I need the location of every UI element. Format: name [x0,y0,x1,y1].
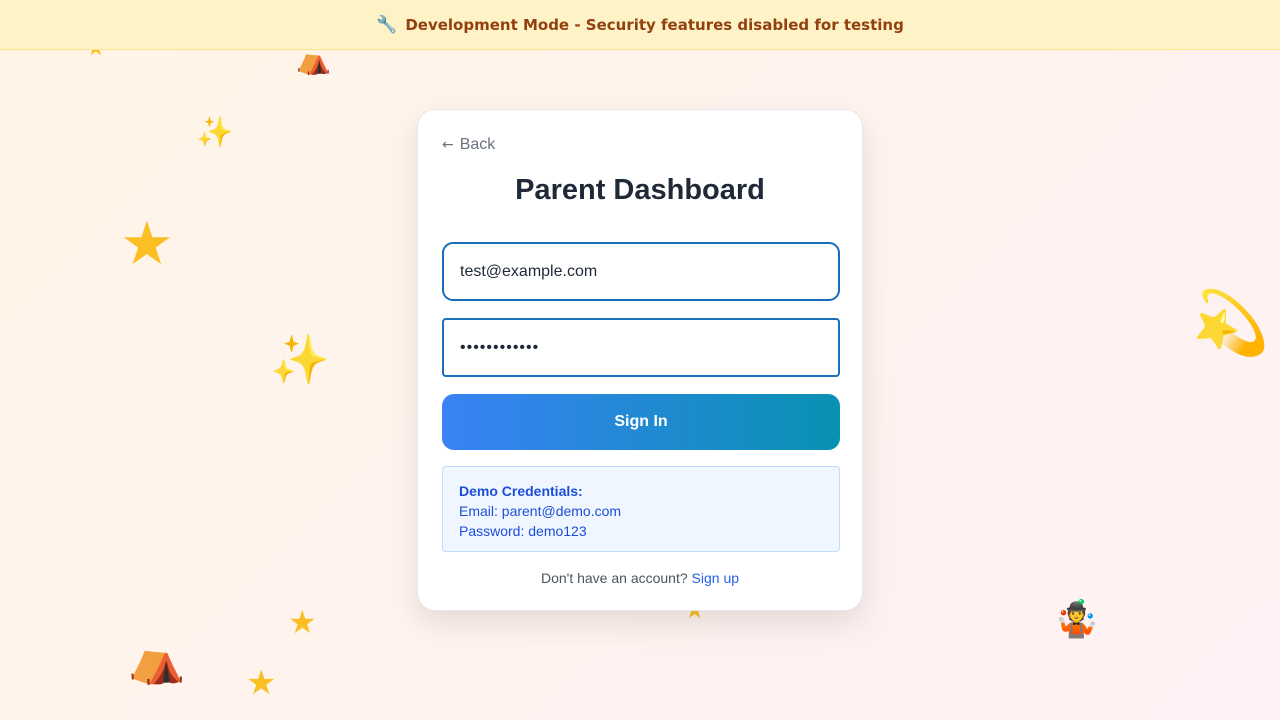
back-arrow-icon: ← [442,137,454,153]
signup-link[interactable]: Sign up [692,570,739,586]
signup-prompt: Don't have an account? Sign up [418,570,862,586]
demo-credentials-box: Demo Credentials: Email: parent@demo.com… [442,466,840,552]
back-link[interactable]: ← Back [442,136,495,154]
demo-email-line: Email: parent@demo.com [459,503,622,519]
dev-mode-text: Development Mode - Security features dis… [405,15,904,34]
password-input[interactable] [442,318,840,377]
dizzy-icon: 💫 [1192,286,1270,359]
login-card: ← Back Parent Dashboard Sign In Demo Cre… [417,109,863,611]
circus-tent-icon: ⛺ [296,43,331,76]
dev-mode-banner: 🔧 Development Mode - Security features d… [0,0,1280,50]
sparkles-icon: ✨ [196,115,234,150]
juggler-icon: 🤹 [1054,599,1099,640]
demo-credentials-heading: Demo Credentials: [459,483,583,499]
signup-prompt-text: Don't have an account? [540,570,688,586]
back-label: Back [459,136,496,153]
email-input[interactable] [442,242,840,301]
circus-tent-icon: ⛺ [128,632,186,686]
sparkles-icon: ✨ [270,332,330,388]
star-icon: ★ [288,603,317,641]
sign-in-button[interactable]: Sign In [442,394,840,450]
demo-password-line: Password: demo123 [459,523,587,539]
wrench-icon: 🔧 [376,14,398,35]
page-title: Parent Dashboard [515,174,765,206]
star-icon: ★ [120,209,174,279]
star-icon: ★ [246,663,277,703]
